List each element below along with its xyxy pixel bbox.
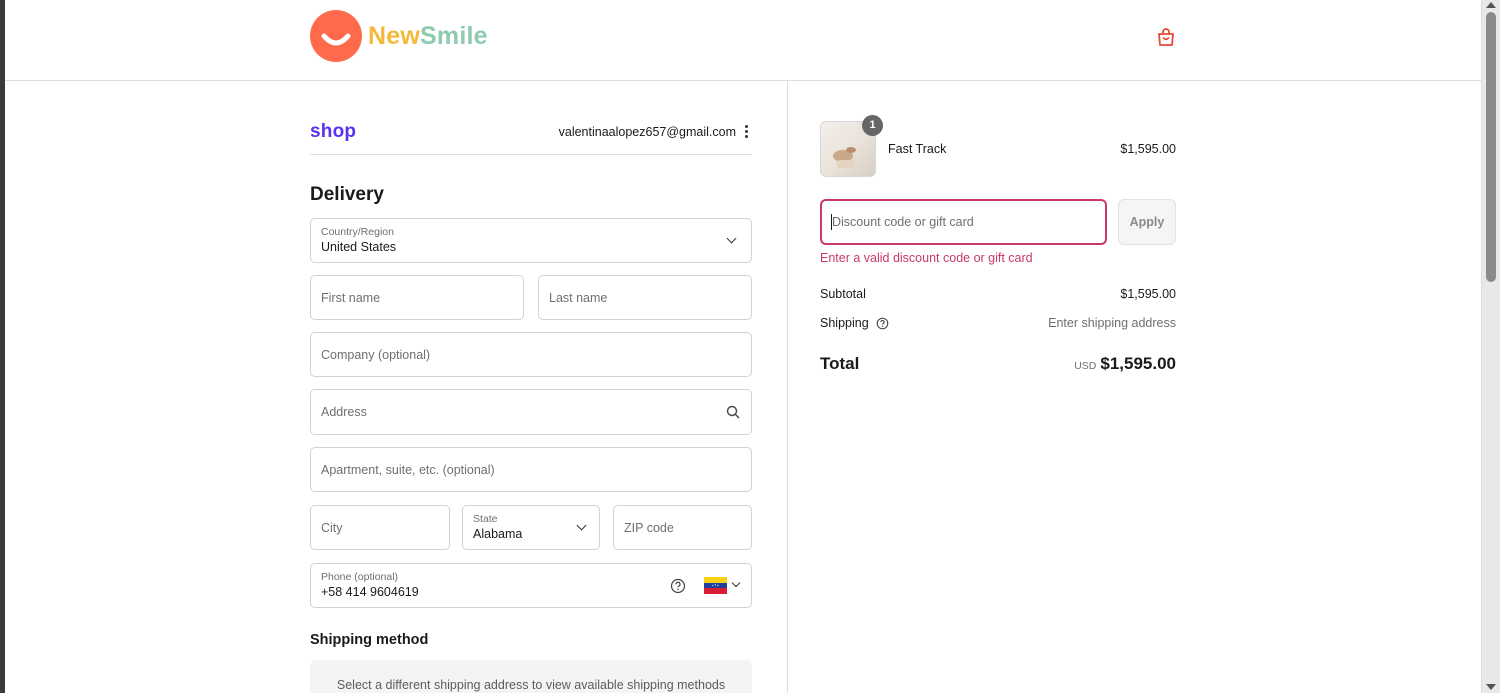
shipping-method-message: Select a different shipping address to v… xyxy=(336,678,726,692)
apply-discount-button[interactable]: Apply xyxy=(1118,199,1176,245)
zip-placeholder: ZIP code xyxy=(624,520,674,535)
city-field[interactable]: City xyxy=(310,505,450,550)
product-name: Fast Track xyxy=(888,142,947,156)
shipping-value: Enter shipping address xyxy=(1048,316,1176,330)
address-placeholder: Address xyxy=(321,405,367,419)
subtotal-label: Subtotal xyxy=(820,287,866,301)
last-name-placeholder: Last name xyxy=(549,290,608,305)
last-name-field[interactable]: Last name xyxy=(538,275,752,320)
window-edge xyxy=(0,0,5,693)
column-divider xyxy=(787,81,788,693)
first-name-field[interactable]: First name xyxy=(310,275,524,320)
chevron-down-icon xyxy=(726,233,737,244)
state-value: Alabama xyxy=(473,527,523,541)
state-label: State xyxy=(473,513,498,525)
scroll-up-arrow-icon[interactable] xyxy=(1486,2,1496,8)
discount-error-message: Enter a valid discount code or gift card xyxy=(820,251,1033,265)
phone-field[interactable]: Phone (optional) +58 414 9604619 xyxy=(310,563,752,608)
brand-name: NewSmile xyxy=(368,22,488,51)
discount-code-input[interactable]: Discount code or gift card xyxy=(820,199,1107,245)
quantity-badge: 1 xyxy=(862,115,883,136)
first-name-placeholder: First name xyxy=(321,290,381,305)
phone-value: +58 414 9604619 xyxy=(321,585,419,599)
account-email: valentinaalopez657@gmail.com xyxy=(558,125,736,139)
chevron-down-icon xyxy=(731,578,741,588)
venezuela-flag-icon[interactable] xyxy=(704,577,727,594)
city-placeholder: City xyxy=(321,520,343,535)
shop-pay-logo: shop xyxy=(310,121,357,142)
brand-name-part1: New xyxy=(368,21,421,50)
brand-name-part2: Smile xyxy=(420,21,488,50)
shipping-method-heading: Shipping method xyxy=(310,632,429,648)
help-icon[interactable] xyxy=(670,578,686,594)
zip-field[interactable]: ZIP code xyxy=(613,505,752,550)
shipping-method-notice: Select a different shipping address to v… xyxy=(310,660,752,693)
delivery-heading: Delivery xyxy=(310,184,384,205)
apartment-placeholder: Apartment, suite, etc. (optional) xyxy=(321,462,495,477)
phone-label: Phone (optional) xyxy=(321,571,399,583)
smile-logo-icon xyxy=(310,10,362,62)
company-placeholder: Company (optional) xyxy=(321,347,431,362)
total-value: $1,595.00 xyxy=(1100,354,1176,373)
total-amount: USD $1,595.00 xyxy=(1074,354,1176,374)
product-price: $1,595.00 xyxy=(1120,142,1176,156)
shopping-bag-icon[interactable] xyxy=(1155,26,1177,48)
chevron-down-icon xyxy=(576,520,587,531)
discount-placeholder: Discount code or gift card xyxy=(832,215,974,229)
apartment-field[interactable]: Apartment, suite, etc. (optional) xyxy=(310,447,752,492)
help-icon[interactable] xyxy=(876,317,889,330)
total-label: Total xyxy=(820,354,860,373)
shipping-row-label: Shipping xyxy=(820,316,889,330)
newsmile-logo[interactable]: NewSmile xyxy=(310,10,488,62)
scrollbar-thumb[interactable] xyxy=(1486,12,1496,282)
subtotal-value: $1,595.00 xyxy=(1120,287,1176,301)
scroll-down-arrow-icon[interactable] xyxy=(1486,684,1496,690)
state-select[interactable]: State Alabama xyxy=(462,505,600,550)
more-options-icon[interactable] xyxy=(742,124,750,140)
currency-code: USD xyxy=(1074,360,1097,372)
country-label: Country/Region xyxy=(321,226,394,238)
page-scrollbar[interactable] xyxy=(1481,0,1500,693)
country-select[interactable]: Country/Region United States xyxy=(310,218,752,263)
site-header: NewSmile xyxy=(5,0,1481,81)
country-value: United States xyxy=(321,240,397,254)
shop-account-row: shop valentinaalopez657@gmail.com xyxy=(310,119,752,155)
shipping-label: Shipping xyxy=(820,316,869,330)
address-field[interactable]: Address xyxy=(310,389,752,435)
search-icon xyxy=(726,405,740,419)
company-field[interactable]: Company (optional) xyxy=(310,332,752,377)
